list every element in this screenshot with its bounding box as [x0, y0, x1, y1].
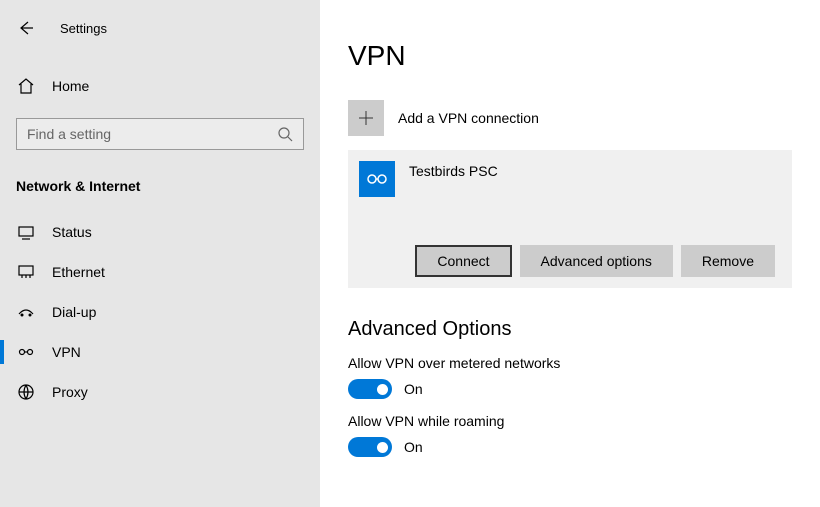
vpn-header: Testbirds PSC	[359, 161, 781, 197]
advanced-options-button[interactable]: Advanced options	[520, 245, 673, 277]
sidebar-item-label: Proxy	[52, 384, 88, 400]
home-button[interactable]: Home	[0, 66, 320, 106]
sidebar-item-vpn[interactable]: VPN	[0, 332, 320, 372]
advanced-options-title: Advanced Options	[348, 318, 792, 341]
plus-icon	[348, 100, 384, 136]
vpn-icon	[16, 342, 36, 362]
sidebar-item-ethernet[interactable]: Ethernet	[0, 252, 320, 292]
metered-toggle[interactable]	[348, 379, 392, 399]
add-vpn-label: Add a VPN connection	[398, 110, 539, 126]
sidebar-item-label: Ethernet	[52, 264, 105, 280]
back-button[interactable]	[16, 18, 36, 38]
vpn-connection-icon	[359, 161, 395, 197]
vpn-connection-item[interactable]: Testbirds PSC Connect Advanced options R…	[348, 150, 792, 288]
search-box[interactable]	[16, 118, 304, 150]
metered-label: Allow VPN over metered networks	[348, 355, 792, 371]
sidebar-item-label: VPN	[52, 344, 81, 360]
main-content: VPN Add a VPN connection Testbirds PSC C…	[320, 0, 820, 507]
window-title: Settings	[60, 21, 107, 36]
remove-button[interactable]: Remove	[681, 245, 775, 277]
back-arrow-icon	[18, 20, 34, 36]
home-icon	[16, 76, 36, 96]
ethernet-icon	[16, 262, 36, 282]
proxy-icon	[16, 382, 36, 402]
sidebar-item-label: Dial-up	[52, 304, 96, 320]
status-icon	[16, 222, 36, 242]
sidebar: Settings Home Network & Internet Status …	[0, 0, 320, 507]
add-vpn-button[interactable]: Add a VPN connection	[348, 100, 792, 136]
sidebar-item-dialup[interactable]: Dial-up	[0, 292, 320, 332]
search-icon	[277, 126, 293, 142]
roaming-toggle[interactable]	[348, 437, 392, 457]
roaming-state: On	[404, 439, 423, 455]
sidebar-item-proxy[interactable]: Proxy	[0, 372, 320, 412]
page-title: VPN	[348, 40, 792, 72]
search-input[interactable]	[27, 126, 277, 142]
dialup-icon	[16, 302, 36, 322]
metered-option: Allow VPN over metered networks On	[348, 355, 792, 399]
connect-button[interactable]: Connect	[415, 245, 511, 277]
top-bar: Settings	[0, 18, 320, 38]
vpn-name: Testbirds PSC	[409, 161, 498, 179]
metered-state: On	[404, 381, 423, 397]
roaming-label: Allow VPN while roaming	[348, 413, 792, 429]
roaming-option: Allow VPN while roaming On	[348, 413, 792, 457]
home-label: Home	[52, 78, 89, 94]
vpn-actions: Connect Advanced options Remove	[359, 245, 781, 277]
category-header: Network & Internet	[0, 168, 320, 212]
sidebar-item-label: Status	[52, 224, 92, 240]
sidebar-item-status[interactable]: Status	[0, 212, 320, 252]
